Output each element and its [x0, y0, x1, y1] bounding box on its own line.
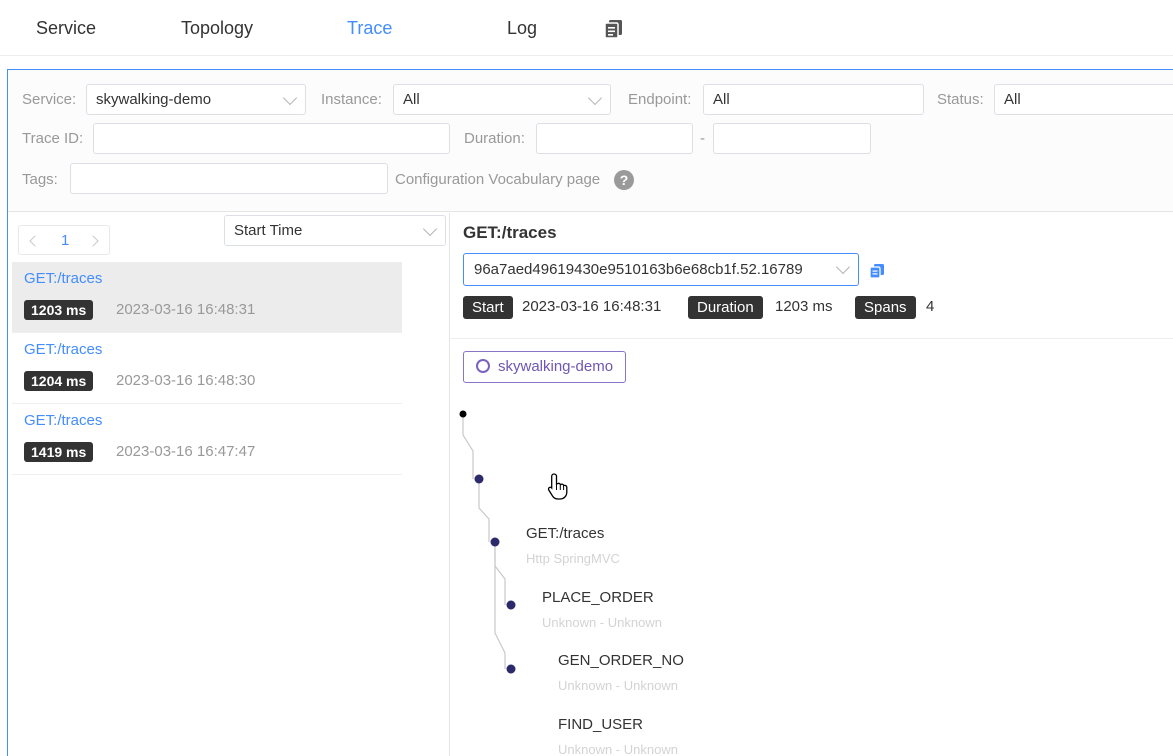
question-circle-icon[interactable]: ?: [614, 170, 634, 190]
span-node[interactable]: [506, 600, 516, 610]
tags-label: Tags:: [22, 171, 58, 188]
trace-id-label: Trace ID:: [22, 130, 84, 147]
trace-start-time: 2023-03-16 16:48:31: [116, 301, 256, 318]
span-component: Unknown - Unknown: [558, 678, 678, 693]
chevron-down-icon: [282, 90, 298, 106]
page-number[interactable]: 1: [61, 232, 69, 249]
trace-list-item[interactable]: GET:/traces 1204 ms 2023-03-16 16:48:30: [12, 333, 402, 403]
row-divider: [12, 474, 402, 475]
trace-list: 1 Start Time GET:/traces 1203 ms 2023-03…: [8, 213, 450, 756]
span-name[interactable]: GET:/traces: [526, 525, 604, 542]
endpoint-input[interactable]: All: [703, 84, 924, 115]
document-copy-icon[interactable]: [603, 18, 625, 40]
trace-list-item[interactable]: GET:/traces 1419 ms 2023-03-16 16:47:47: [12, 404, 402, 474]
tree-link: [478, 479, 490, 542]
duration-separator: -: [700, 130, 705, 147]
tab-service[interactable]: Service: [36, 18, 96, 39]
span-node[interactable]: [506, 664, 516, 674]
root-node: [459, 410, 467, 418]
trace-list-item[interactable]: GET:/traces 1203 ms 2023-03-16 16:48:31: [12, 262, 402, 332]
instance-select-value: All: [403, 91, 420, 108]
trace-endpoint: GET:/traces: [24, 341, 103, 358]
span-component: Unknown - Unknown: [558, 742, 678, 756]
tree-link: [462, 414, 474, 479]
duration-badge: 1203 ms: [24, 300, 94, 320]
service-select[interactable]: skywalking-demo: [86, 84, 306, 115]
vocabulary-link[interactable]: Configuration Vocabulary page: [395, 171, 600, 188]
duration-badge: 1419 ms: [24, 442, 94, 462]
tab-trace[interactable]: Trace: [347, 18, 392, 39]
service-select-value: skywalking-demo: [96, 91, 212, 108]
chevron-down-icon: [422, 221, 438, 237]
instance-label: Instance:: [321, 91, 382, 108]
span-name[interactable]: PLACE_ORDER: [542, 589, 654, 606]
span-node[interactable]: [490, 537, 500, 547]
service-label: Service:: [22, 91, 77, 108]
trace-endpoint: GET:/traces: [24, 412, 103, 429]
tree-link: [494, 542, 506, 605]
pagination: 1: [18, 225, 110, 255]
span-name[interactable]: GEN_ORDER_NO: [558, 652, 684, 669]
tab-topology[interactable]: Topology: [181, 18, 253, 39]
chevron-left-icon[interactable]: [29, 235, 41, 247]
endpoint-label: Endpoint:: [628, 91, 692, 108]
instance-select[interactable]: All: [393, 84, 611, 115]
trace-panel: Service: skywalking-demo Instance: All E…: [7, 69, 1173, 756]
span-name[interactable]: FIND_USER: [558, 716, 643, 733]
sort-select-value: Start Time: [234, 222, 303, 239]
duration-min-input[interactable]: [536, 123, 693, 154]
duration-label: Duration:: [464, 130, 525, 147]
tab-log[interactable]: Log: [507, 18, 537, 39]
duration-max-input[interactable]: [713, 123, 871, 154]
trace-start-time: 2023-03-16 16:47:47: [116, 443, 256, 460]
span-component: Unknown - Unknown: [542, 615, 662, 630]
top-navigation: Service Topology Trace Log: [0, 0, 1173, 56]
endpoint-input-value: All: [713, 91, 730, 108]
chevron-down-icon: [587, 90, 603, 106]
tree-link: [494, 542, 506, 669]
status-select[interactable]: All: [994, 84, 1173, 115]
trace-start-time: 2023-03-16 16:48:30: [116, 372, 256, 389]
span-node[interactable]: [474, 474, 484, 484]
chevron-right-icon[interactable]: [87, 235, 99, 247]
sort-select[interactable]: Start Time: [224, 215, 446, 246]
tags-input[interactable]: [70, 163, 388, 194]
duration-badge: 1204 ms: [24, 371, 94, 391]
status-label: Status:: [937, 91, 984, 108]
hand-pointer-icon: [547, 473, 568, 500]
filter-bar: Service: skywalking-demo Instance: All E…: [8, 70, 1173, 212]
status-select-value: All: [1004, 91, 1021, 108]
trace-id-input[interactable]: [93, 123, 450, 154]
span-component: Http SpringMVC: [526, 551, 620, 566]
trace-endpoint: GET:/traces: [24, 270, 103, 287]
